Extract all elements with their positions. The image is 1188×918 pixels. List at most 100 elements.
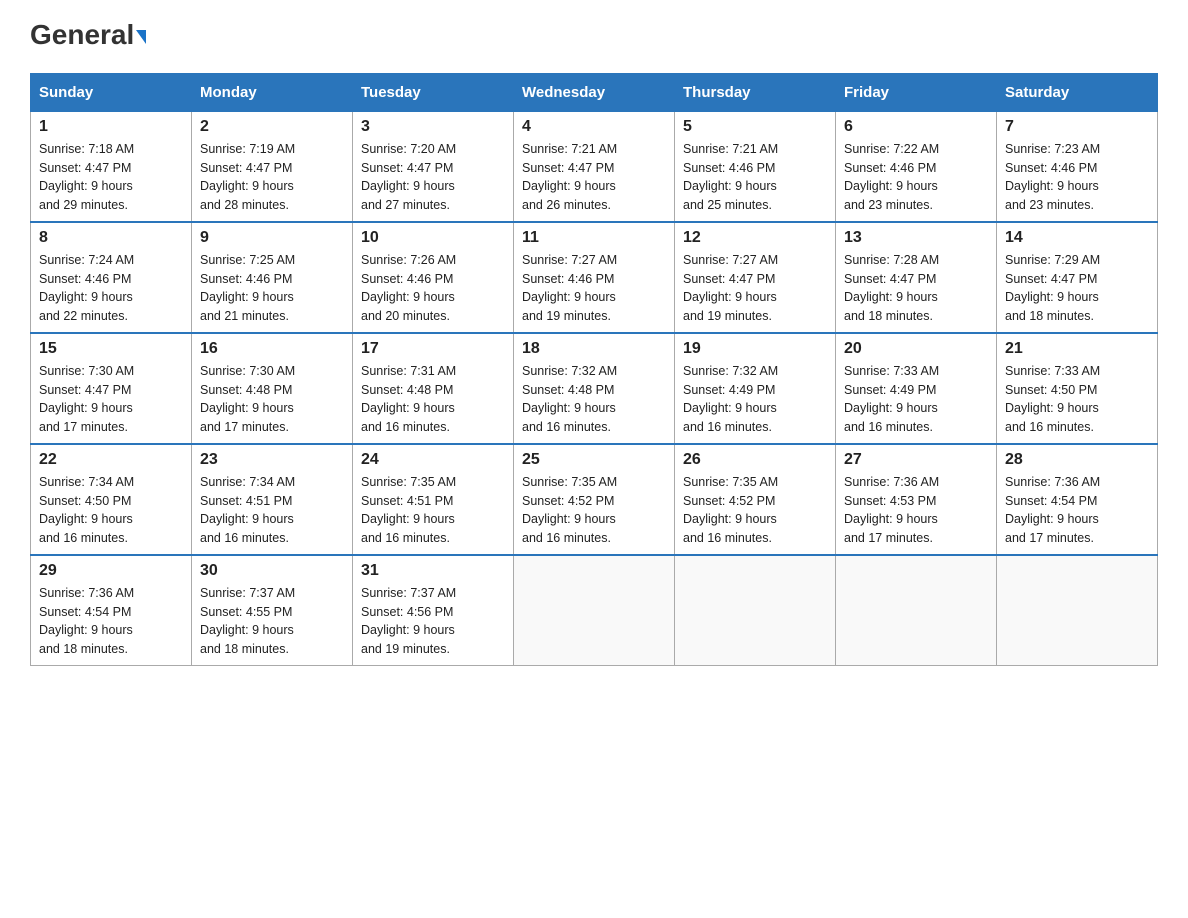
day-info: Sunrise: 7:36 AMSunset: 4:54 PMDaylight:… xyxy=(1005,473,1149,548)
day-info: Sunrise: 7:28 AMSunset: 4:47 PMDaylight:… xyxy=(844,251,988,326)
day-number: 19 xyxy=(683,340,827,358)
day-number: 20 xyxy=(844,340,988,358)
day-info: Sunrise: 7:23 AMSunset: 4:46 PMDaylight:… xyxy=(1005,140,1149,215)
calendar-day-cell: 17Sunrise: 7:31 AMSunset: 4:48 PMDayligh… xyxy=(353,333,514,444)
day-info: Sunrise: 7:30 AMSunset: 4:47 PMDaylight:… xyxy=(39,362,183,437)
day-number: 6 xyxy=(844,118,988,136)
calendar-day-cell: 7 Sunrise: 7:23 AMSunset: 4:46 PMDaylight… xyxy=(997,111,1158,222)
day-info: Sunrise: 7:34 AMSunset: 4:50 PMDaylight:… xyxy=(39,473,183,548)
calendar-week-row-1: 1 Sunrise: 7:18 AMSunset: 4:47 PMDaylight… xyxy=(31,111,1158,222)
calendar-day-cell: 29Sunrise: 7:36 AMSunset: 4:54 PMDayligh… xyxy=(31,555,192,666)
day-info: Sunrise: 7:33 AMSunset: 4:50 PMDaylight:… xyxy=(1005,362,1149,437)
calendar-day-cell: 9 Sunrise: 7:25 AMSunset: 4:46 PMDaylight… xyxy=(192,222,353,333)
weekday-header-monday: Monday xyxy=(192,73,353,111)
weekday-header-sunday: Sunday xyxy=(31,73,192,111)
day-number: 30 xyxy=(200,562,344,580)
day-info: Sunrise: 7:35 AMSunset: 4:52 PMDaylight:… xyxy=(522,473,666,548)
calendar-day-cell: 6 Sunrise: 7:22 AMSunset: 4:46 PMDaylight… xyxy=(836,111,997,222)
calendar-week-row-5: 29Sunrise: 7:36 AMSunset: 4:54 PMDayligh… xyxy=(31,555,1158,666)
calendar-day-cell: 18 Sunrise: 7:32 AMSunset: 4:48 PMDayligh… xyxy=(514,333,675,444)
page-header: General xyxy=(30,20,1158,53)
calendar-week-row-2: 8 Sunrise: 7:24 AMSunset: 4:46 PMDaylight… xyxy=(31,222,1158,333)
day-number: 24 xyxy=(361,451,505,469)
calendar-day-cell: 3 Sunrise: 7:20 AMSunset: 4:47 PMDaylight… xyxy=(353,111,514,222)
day-info: Sunrise: 7:18 AMSunset: 4:47 PMDaylight:… xyxy=(39,140,183,215)
day-number: 2 xyxy=(200,118,344,136)
weekday-header-row: SundayMondayTuesdayWednesdayThursdayFrid… xyxy=(31,73,1158,111)
day-info: Sunrise: 7:36 AMSunset: 4:54 PMDaylight:… xyxy=(39,584,183,659)
calendar-day-cell: 30 Sunrise: 7:37 AMSunset: 4:55 PMDayligh… xyxy=(192,555,353,666)
calendar-day-cell: 26 Sunrise: 7:35 AMSunset: 4:52 PMDayligh… xyxy=(675,444,836,555)
day-info: Sunrise: 7:29 AMSunset: 4:47 PMDaylight:… xyxy=(1005,251,1149,326)
day-number: 13 xyxy=(844,229,988,247)
day-number: 8 xyxy=(39,229,183,247)
calendar-day-cell xyxy=(836,555,997,666)
calendar-day-cell: 12 Sunrise: 7:27 AMSunset: 4:47 PMDayligh… xyxy=(675,222,836,333)
day-info: Sunrise: 7:25 AMSunset: 4:46 PMDaylight:… xyxy=(200,251,344,326)
weekday-header-thursday: Thursday xyxy=(675,73,836,111)
day-info: Sunrise: 7:33 AMSunset: 4:49 PMDaylight:… xyxy=(844,362,988,437)
calendar-day-cell: 23Sunrise: 7:34 AMSunset: 4:51 PMDayligh… xyxy=(192,444,353,555)
calendar-day-cell: 14 Sunrise: 7:29 AMSunset: 4:47 PMDayligh… xyxy=(997,222,1158,333)
day-info: Sunrise: 7:35 AMSunset: 4:52 PMDaylight:… xyxy=(683,473,827,548)
day-number: 4 xyxy=(522,118,666,136)
calendar-week-row-4: 22 Sunrise: 7:34 AMSunset: 4:50 PMDayligh… xyxy=(31,444,1158,555)
calendar-day-cell: 19 Sunrise: 7:32 AMSunset: 4:49 PMDayligh… xyxy=(675,333,836,444)
calendar-week-row-3: 15 Sunrise: 7:30 AMSunset: 4:47 PMDayligh… xyxy=(31,333,1158,444)
logo-general: General xyxy=(30,20,146,51)
day-info: Sunrise: 7:20 AMSunset: 4:47 PMDaylight:… xyxy=(361,140,505,215)
day-number: 3 xyxy=(361,118,505,136)
day-info: Sunrise: 7:36 AMSunset: 4:53 PMDaylight:… xyxy=(844,473,988,548)
day-number: 10 xyxy=(361,229,505,247)
calendar-day-cell: 2Sunrise: 7:19 AMSunset: 4:47 PMDaylight… xyxy=(192,111,353,222)
day-number: 21 xyxy=(1005,340,1149,358)
calendar-day-cell: 15 Sunrise: 7:30 AMSunset: 4:47 PMDayligh… xyxy=(31,333,192,444)
calendar-day-cell: 16Sunrise: 7:30 AMSunset: 4:48 PMDayligh… xyxy=(192,333,353,444)
day-info: Sunrise: 7:26 AMSunset: 4:46 PMDaylight:… xyxy=(361,251,505,326)
calendar-day-cell: 20 Sunrise: 7:33 AMSunset: 4:49 PMDayligh… xyxy=(836,333,997,444)
day-info: Sunrise: 7:34 AMSunset: 4:51 PMDaylight:… xyxy=(200,473,344,548)
calendar-day-cell: 8 Sunrise: 7:24 AMSunset: 4:46 PMDaylight… xyxy=(31,222,192,333)
day-number: 18 xyxy=(522,340,666,358)
calendar-day-cell xyxy=(997,555,1158,666)
calendar-table: SundayMondayTuesdayWednesdayThursdayFrid… xyxy=(30,73,1158,666)
day-number: 31 xyxy=(361,562,505,580)
calendar-day-cell: 28Sunrise: 7:36 AMSunset: 4:54 PMDayligh… xyxy=(997,444,1158,555)
calendar-day-cell: 11Sunrise: 7:27 AMSunset: 4:46 PMDayligh… xyxy=(514,222,675,333)
day-number: 14 xyxy=(1005,229,1149,247)
day-number: 22 xyxy=(39,451,183,469)
day-info: Sunrise: 7:32 AMSunset: 4:49 PMDaylight:… xyxy=(683,362,827,437)
calendar-day-cell: 22 Sunrise: 7:34 AMSunset: 4:50 PMDayligh… xyxy=(31,444,192,555)
day-info: Sunrise: 7:37 AMSunset: 4:55 PMDaylight:… xyxy=(200,584,344,659)
day-info: Sunrise: 7:32 AMSunset: 4:48 PMDaylight:… xyxy=(522,362,666,437)
day-info: Sunrise: 7:24 AMSunset: 4:46 PMDaylight:… xyxy=(39,251,183,326)
day-info: Sunrise: 7:21 AMSunset: 4:46 PMDaylight:… xyxy=(683,140,827,215)
day-info: Sunrise: 7:27 AMSunset: 4:47 PMDaylight:… xyxy=(683,251,827,326)
weekday-header-tuesday: Tuesday xyxy=(353,73,514,111)
day-number: 9 xyxy=(200,229,344,247)
calendar-day-cell: 21 Sunrise: 7:33 AMSunset: 4:50 PMDayligh… xyxy=(997,333,1158,444)
day-number: 12 xyxy=(683,229,827,247)
day-number: 11 xyxy=(522,229,666,247)
day-number: 7 xyxy=(1005,118,1149,136)
calendar-day-cell: 1 Sunrise: 7:18 AMSunset: 4:47 PMDaylight… xyxy=(31,111,192,222)
day-info: Sunrise: 7:37 AMSunset: 4:56 PMDaylight:… xyxy=(361,584,505,659)
calendar-day-cell: 24Sunrise: 7:35 AMSunset: 4:51 PMDayligh… xyxy=(353,444,514,555)
day-number: 1 xyxy=(39,118,183,136)
calendar-day-cell: 5 Sunrise: 7:21 AMSunset: 4:46 PMDaylight… xyxy=(675,111,836,222)
weekday-header-saturday: Saturday xyxy=(997,73,1158,111)
weekday-header-wednesday: Wednesday xyxy=(514,73,675,111)
day-number: 17 xyxy=(361,340,505,358)
calendar-day-cell: 10 Sunrise: 7:26 AMSunset: 4:46 PMDayligh… xyxy=(353,222,514,333)
calendar-day-cell: 25Sunrise: 7:35 AMSunset: 4:52 PMDayligh… xyxy=(514,444,675,555)
calendar-day-cell xyxy=(514,555,675,666)
day-number: 26 xyxy=(683,451,827,469)
day-number: 15 xyxy=(39,340,183,358)
day-info: Sunrise: 7:22 AMSunset: 4:46 PMDaylight:… xyxy=(844,140,988,215)
weekday-header-friday: Friday xyxy=(836,73,997,111)
day-number: 5 xyxy=(683,118,827,136)
calendar-day-cell: 27Sunrise: 7:36 AMSunset: 4:53 PMDayligh… xyxy=(836,444,997,555)
calendar-day-cell: 13 Sunrise: 7:28 AMSunset: 4:47 PMDayligh… xyxy=(836,222,997,333)
calendar-day-cell: 4Sunrise: 7:21 AMSunset: 4:47 PMDaylight… xyxy=(514,111,675,222)
day-info: Sunrise: 7:30 AMSunset: 4:48 PMDaylight:… xyxy=(200,362,344,437)
